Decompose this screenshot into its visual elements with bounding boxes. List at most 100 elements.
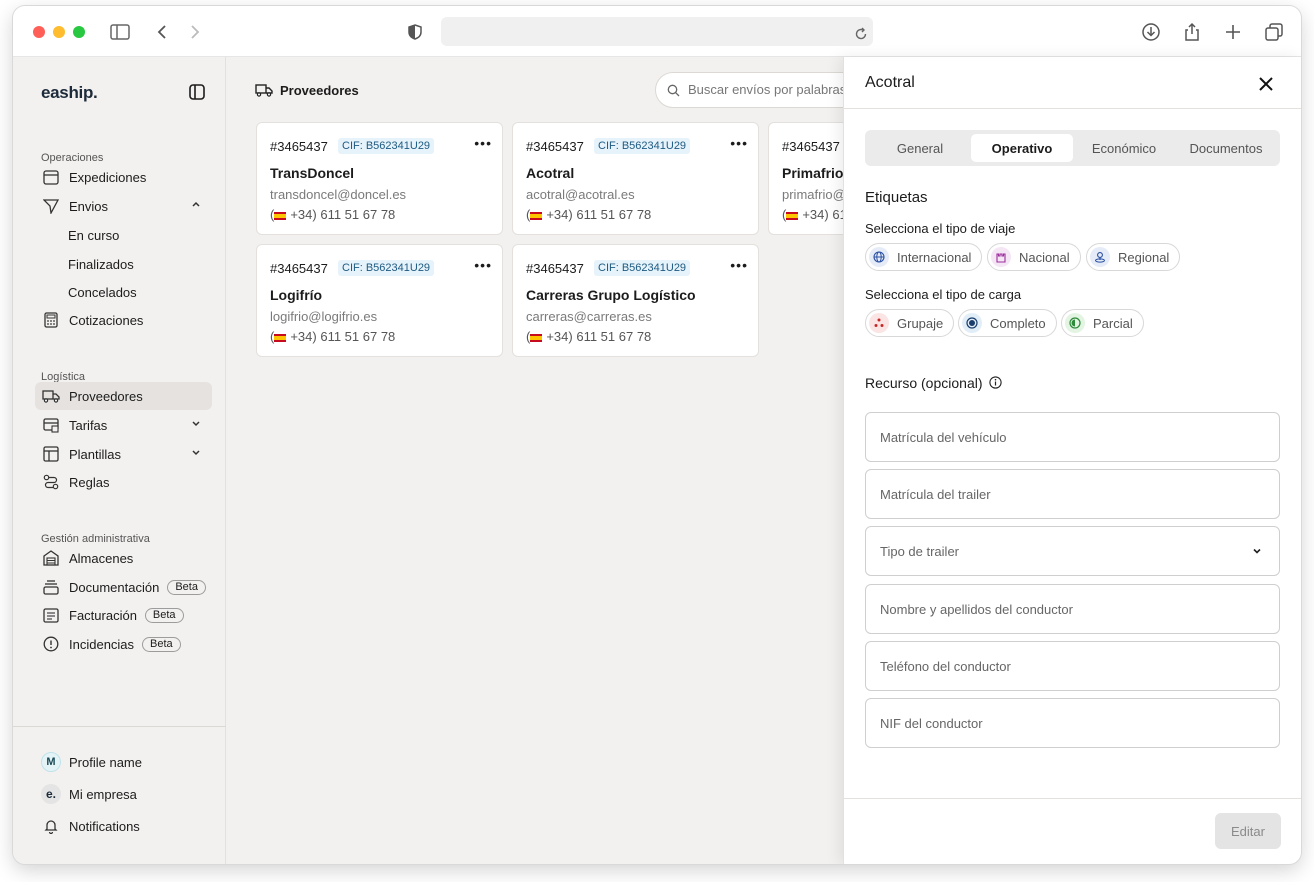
chip-nacional[interactable]: Nacional (987, 243, 1081, 271)
sidebar-item-facturacion[interactable]: Facturación Beta (35, 601, 212, 629)
provider-card[interactable]: #3465437 CIF: B562341U29 ••• Carreras Gr… (512, 244, 759, 357)
sidebar-item-documentacion[interactable]: Documentación Beta (35, 573, 212, 601)
main-content: Proveedores Buscar envíos por palabras c… (227, 57, 885, 864)
provider-email: primafrio@ (782, 187, 843, 202)
chip-label: Completo (990, 315, 1046, 331)
profile-name: Profile name (69, 754, 142, 770)
company-name: Mi empresa (69, 786, 137, 802)
tabs-overview-icon[interactable] (1262, 20, 1286, 44)
beta-badge: Beta (142, 636, 181, 652)
tab-documentos[interactable]: Documentos (1175, 134, 1277, 162)
sidebar-item-profile[interactable]: M Profile name (35, 748, 212, 776)
provider-number: #3465437 (270, 261, 328, 276)
provider-name: TransDoncel (270, 165, 355, 181)
more-options-icon[interactable]: ••• (474, 257, 492, 273)
provider-card[interactable]: #3465437 CIF: B562341U29 ••• Acotral aco… (512, 122, 759, 235)
chevron-up-icon[interactable] (190, 198, 202, 213)
castle-icon (991, 247, 1011, 267)
shield-icon[interactable] (403, 20, 427, 44)
notifications-label: Notifications (69, 818, 140, 834)
more-options-icon[interactable]: ••• (730, 135, 748, 151)
minimize-window-button[interactable] (53, 26, 65, 38)
layout-icon (41, 444, 61, 464)
sidebar-item-proveedores[interactable]: Proveedores (35, 382, 212, 410)
sidebar-item-cotizaciones[interactable]: Cotizaciones (35, 306, 212, 334)
reload-icon[interactable] (849, 22, 873, 46)
sidebar-subitem-en-curso[interactable]: En curso (68, 228, 119, 243)
more-options-icon[interactable]: ••• (474, 135, 492, 151)
provider-card[interactable]: #3465437 Primafrio primafrio@ (+34) 61 (768, 122, 843, 235)
provider-email: acotral@acotral.es (526, 187, 635, 202)
cif-badge: CIF: B562341U29 (338, 138, 435, 154)
sidebar-toggle-icon[interactable] (108, 20, 132, 44)
trailer-plate-field[interactable]: Matrícula del trailer (865, 469, 1280, 519)
grupaje-icon (869, 313, 889, 333)
back-icon[interactable] (150, 20, 174, 44)
tab-bar: General Operativo Económico Documentos (865, 130, 1280, 166)
sidebar-item-envios[interactable]: Envios (35, 192, 212, 220)
close-icon[interactable] (1257, 75, 1275, 93)
truck-icon (255, 83, 273, 102)
new-tab-icon[interactable] (1221, 20, 1245, 44)
share-icon[interactable] (1180, 20, 1204, 44)
provider-number: #3465437 (270, 139, 328, 154)
provider-phone: (+34) 611 51 67 78 (270, 207, 396, 222)
section-title-etiquetas: Etiquetas (865, 189, 928, 206)
provider-number: #3465437 (526, 261, 584, 276)
half-circle-icon (1065, 313, 1085, 333)
chip-grupaje[interactable]: Grupaje (865, 309, 955, 337)
driver-phone-field[interactable]: Teléfono del conductor (865, 641, 1280, 691)
phone-number: +34) 611 51 67 78 (546, 329, 652, 344)
archive-icon (41, 577, 61, 597)
sidebar-item-incidencias[interactable]: Incidencias Beta (35, 630, 212, 658)
chip-completo[interactable]: Completo (958, 309, 1057, 337)
tab-general[interactable]: General (869, 134, 971, 162)
driver-name-field[interactable]: Nombre y apellidos del conductor (865, 584, 1280, 634)
provider-name: Logifrío (270, 287, 323, 303)
sidebar-item-label: Tarifas (69, 417, 108, 433)
sidebar-item-label: Incidencias (69, 636, 135, 652)
vehicle-plate-field[interactable]: Matrícula del vehículo (865, 412, 1280, 462)
chevron-down-icon[interactable] (190, 446, 202, 461)
sidebar-item-tarifas[interactable]: Tarifas (35, 411, 212, 439)
page-title: Proveedores (280, 83, 359, 98)
phone-number: +34) 611 51 67 78 (290, 329, 396, 344)
sidebar-item-label: Cotizaciones (69, 312, 144, 328)
phone-number: +34) 611 51 67 78 (546, 207, 652, 222)
address-bar[interactable] (441, 17, 873, 46)
sidebar-item-notifications[interactable]: Notifications (35, 812, 212, 840)
sidebar-item-expediciones[interactable]: Expediciones (35, 163, 212, 191)
trailer-type-select[interactable]: Tipo de trailer (865, 526, 1280, 576)
download-icon[interactable] (1139, 20, 1163, 44)
tariff-icon (41, 415, 61, 435)
sidebar-item-almacenes[interactable]: Almacenes (35, 544, 212, 572)
close-window-button[interactable] (33, 26, 45, 38)
maximize-window-button[interactable] (73, 26, 85, 38)
sidebar-subitem-concelados[interactable]: Concelados (68, 285, 137, 300)
chip-label: Nacional (1019, 249, 1070, 265)
truck-icon (41, 386, 61, 406)
avatar: M (41, 752, 61, 772)
more-options-icon[interactable]: ••• (730, 257, 748, 273)
carga-label: Selecciona el tipo de carga (865, 287, 1022, 302)
info-icon[interactable] (988, 376, 1002, 392)
tab-operativo[interactable]: Operativo (971, 134, 1073, 162)
chip-parcial[interactable]: Parcial (1061, 309, 1144, 337)
chevron-down-icon[interactable] (190, 417, 202, 432)
sidebar-item-plantillas[interactable]: Plantillas (35, 440, 212, 468)
sidebar: eaship. Operaciones Expediciones Envios … (13, 57, 226, 864)
edit-button[interactable]: Editar (1215, 813, 1281, 849)
tab-economico[interactable]: Económico (1073, 134, 1175, 162)
provider-card[interactable]: #3465437 CIF: B562341U29 ••• TransDoncel… (256, 122, 503, 235)
provider-detail-panel: Acotral General Operativo Económico Docu… (843, 57, 1301, 864)
chip-internacional[interactable]: Internacional (865, 243, 983, 271)
sidebar-subitem-finalizados[interactable]: Finalizados (68, 257, 134, 272)
sidebar-item-company[interactable]: e. Mi empresa (35, 780, 212, 808)
provider-card[interactable]: #3465437 CIF: B562341U29 ••• Logifrío lo… (256, 244, 503, 357)
chip-regional[interactable]: Regional (1086, 243, 1181, 271)
collapse-sidebar-icon[interactable] (189, 84, 205, 105)
sidebar-item-label: Plantillas (69, 446, 122, 462)
forward-icon[interactable] (183, 20, 207, 44)
driver-nif-field[interactable]: NIF del conductor (865, 698, 1280, 748)
sidebar-item-reglas[interactable]: Reglas (35, 468, 212, 496)
